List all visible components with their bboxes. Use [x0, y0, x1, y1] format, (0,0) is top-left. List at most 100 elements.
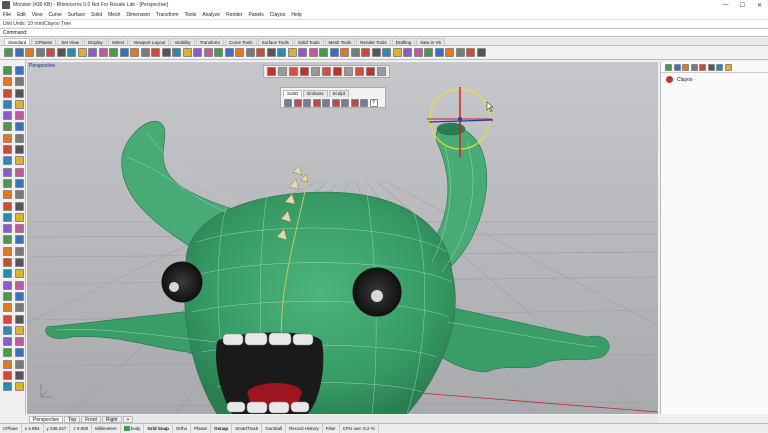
toolbar-tool-icon[interactable] [329, 48, 339, 57]
display-mode-icon[interactable] [300, 67, 309, 76]
tab-front[interactable]: Front [81, 415, 101, 423]
toolbar-tool-icon[interactable] [172, 48, 181, 57]
toolbar-tool-icon[interactable] [319, 48, 328, 57]
toolbar-tool-icon[interactable] [109, 48, 118, 57]
viewport-canvas[interactable] [27, 62, 658, 414]
palette-tool-icon[interactable] [15, 111, 24, 121]
subd-tool-icon[interactable] [303, 99, 311, 107]
palette-tool-icon[interactable] [15, 190, 24, 200]
palette-tool-icon[interactable] [15, 178, 24, 188]
toolbar-tool-icon[interactable] [235, 48, 244, 57]
toolbar-tool-icon[interactable] [119, 48, 129, 57]
subd-tool-icon[interactable] [322, 99, 330, 107]
toolbar-tool-icon[interactable] [203, 48, 213, 57]
minimize-button[interactable]: — [717, 0, 734, 10]
palette-tool-icon[interactable] [3, 382, 12, 392]
toolbar-tool-icon[interactable] [77, 48, 87, 57]
palette-tool-icon[interactable] [15, 201, 24, 211]
palette-tool-icon[interactable] [3, 325, 12, 335]
tab-mesh-tools[interactable]: Mesh Tools [324, 38, 356, 45]
menu-curve[interactable]: Curve [48, 12, 61, 18]
toolbar-tool-icon[interactable] [424, 48, 433, 57]
palette-tool-icon[interactable] [3, 337, 12, 347]
toggle-record-history[interactable]: Record History [286, 423, 323, 433]
subd-tool-icon[interactable] [360, 99, 368, 107]
palette-tool-icon[interactable] [3, 77, 12, 87]
toggle-filter[interactable]: Filter [323, 423, 340, 433]
palette-tool-icon[interactable] [15, 77, 24, 87]
menu-mesh[interactable]: Mesh [108, 12, 120, 18]
tab-top[interactable]: Top [64, 415, 81, 423]
display-mode-icon[interactable] [333, 67, 342, 76]
palette-tool-icon[interactable] [15, 371, 24, 381]
tab-right[interactable]: Right [101, 415, 122, 423]
panel-tab-icon[interactable] [673, 63, 681, 71]
palette-tool-icon[interactable] [3, 291, 12, 301]
tab-select[interactable]: Select [107, 38, 129, 45]
palette-tool-icon[interactable] [15, 337, 24, 347]
palette-tool-icon[interactable] [3, 348, 12, 358]
panel-tab-icon[interactable] [707, 63, 715, 71]
menu-panels[interactable]: Panels [249, 12, 264, 18]
display-mode-icon[interactable] [267, 67, 276, 76]
toolbar-tool-icon[interactable] [88, 48, 97, 57]
palette-tool-icon[interactable] [15, 88, 24, 98]
palette-tool-icon[interactable] [15, 122, 24, 132]
toggle-osnap[interactable]: Osnap [211, 423, 233, 433]
menu-clayoo[interactable]: Clayoo [270, 12, 286, 18]
toolbar-tool-icon[interactable] [35, 48, 45, 57]
palette-tool-icon[interactable] [3, 359, 12, 369]
tab-perspective[interactable]: Perspective [29, 415, 64, 423]
subd-tool-icon[interactable] [350, 99, 359, 107]
palette-tool-icon[interactable] [15, 156, 24, 166]
palette-tool-icon[interactable] [15, 66, 24, 75]
menu-solid[interactable]: Solid [91, 12, 102, 18]
display-mode-icon[interactable] [355, 67, 364, 76]
palette-tool-icon[interactable] [3, 133, 12, 143]
display-mode-icon[interactable] [278, 67, 287, 76]
tab-subd[interactable]: SubD [283, 90, 303, 97]
palette-tool-icon[interactable] [3, 111, 12, 121]
toggle-gumball[interactable]: Gumball [262, 423, 287, 433]
tab-transform[interactable]: Transform [195, 38, 224, 45]
palette-tool-icon[interactable] [3, 303, 12, 313]
palette-tool-icon[interactable] [15, 246, 24, 256]
toolbar-tool-icon[interactable] [130, 48, 139, 57]
display-mode-icon[interactable] [322, 67, 331, 76]
display-mode-icon[interactable] [366, 67, 375, 76]
palette-tool-icon[interactable] [3, 66, 12, 75]
palette-tool-icon[interactable] [3, 145, 12, 155]
toolbar-tool-icon[interactable] [445, 48, 454, 57]
toolbar-tool-icon[interactable] [224, 48, 234, 57]
add-viewport-button[interactable]: + [122, 415, 134, 423]
palette-tool-icon[interactable] [15, 224, 24, 234]
panel-tab-icon[interactable] [699, 63, 706, 71]
subd-tool-icon[interactable] [293, 99, 302, 107]
toolbar-tool-icon[interactable] [350, 48, 360, 57]
toggle-ortho[interactable]: Ortho [173, 423, 192, 433]
help-icon[interactable]: ? [369, 99, 378, 107]
tab-drafting[interactable]: Drafting [391, 38, 416, 45]
palette-tool-icon[interactable] [3, 258, 12, 268]
toolbar-tool-icon[interactable] [413, 48, 423, 57]
subd-tool-icon[interactable] [341, 99, 349, 107]
menu-edit[interactable]: Edit [17, 12, 26, 18]
palette-tool-icon[interactable] [15, 325, 24, 335]
tab-new-in-v5[interactable]: New in V5 [416, 38, 445, 45]
palette-tool-icon[interactable] [3, 99, 12, 109]
tab-emboss[interactable]: Emboss [303, 90, 328, 97]
toolbar-tool-icon[interactable] [151, 48, 160, 57]
menu-tools[interactable]: Tools [185, 12, 197, 18]
toolbar-tool-icon[interactable] [476, 48, 486, 57]
panel-tab-icon[interactable] [724, 63, 732, 71]
toolbar-tool-icon[interactable] [361, 48, 370, 57]
palette-tool-icon[interactable] [15, 235, 24, 245]
toolbar-tool-icon[interactable] [392, 48, 402, 57]
toolbar-tool-icon[interactable] [46, 48, 55, 57]
palette-tool-icon[interactable] [15, 167, 24, 177]
toolbar-tool-icon[interactable] [277, 48, 286, 57]
tab-cplanes[interactable]: CPlanes [31, 38, 57, 45]
panel-tab-icon[interactable] [716, 63, 723, 71]
palette-tool-icon[interactable] [3, 122, 12, 132]
palette-tool-icon[interactable] [3, 280, 12, 290]
